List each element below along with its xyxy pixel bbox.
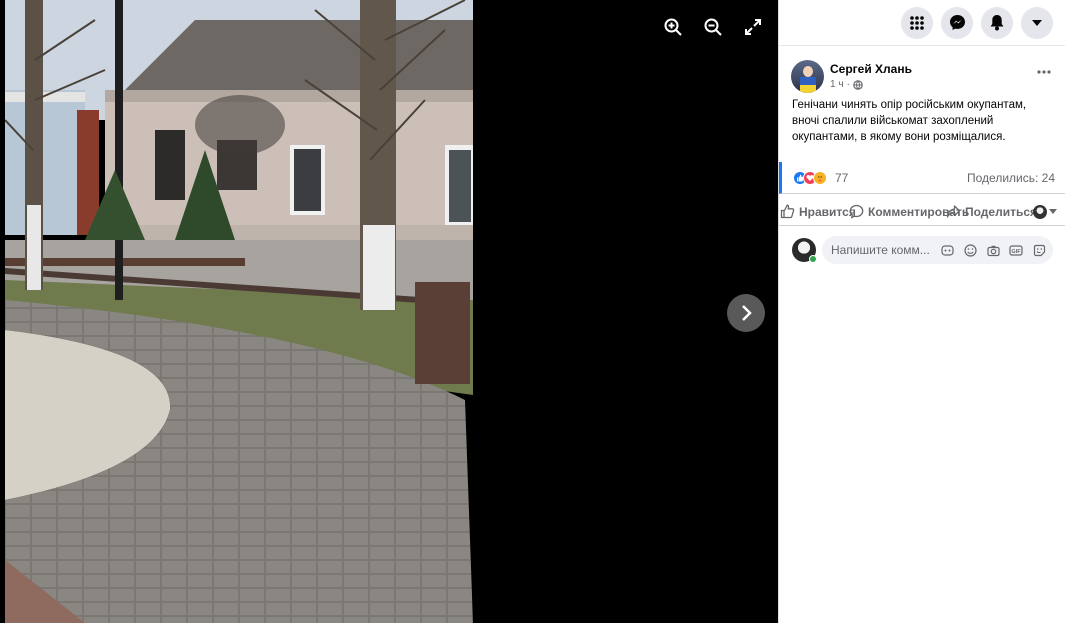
more-dots-icon (1037, 70, 1051, 74)
next-photo-button[interactable] (727, 294, 765, 332)
gif-icon[interactable]: GIF (1008, 242, 1024, 258)
messenger-button[interactable] (941, 6, 973, 39)
like-button[interactable]: Нравится (780, 204, 856, 219)
photo-image (5, 0, 473, 623)
post-panel: Сергей Хлань 1 ч · Генічани чинять опір … (778, 0, 1065, 623)
author-name[interactable]: Сергей Хлань (830, 62, 912, 76)
comment-input[interactable] (831, 243, 936, 257)
comment-box[interactable]: GIF (822, 236, 1053, 264)
bell-icon (990, 15, 1004, 31)
globe-icon (853, 79, 863, 90)
profile-avatar (1033, 204, 1047, 219)
comment-composer: GIF (792, 236, 1054, 264)
shares-count[interactable]: Поделились: 24 (967, 171, 1055, 185)
reactions-count: 77 (835, 170, 849, 185)
comment-tools: GIF (939, 242, 1053, 258)
fullscreen-icon[interactable] (740, 14, 766, 40)
top-bar (779, 0, 1065, 46)
zoom-in-icon[interactable] (660, 14, 686, 40)
post-photo[interactable] (5, 0, 473, 623)
chevron-down-icon (1032, 19, 1042, 26)
author-avatar[interactable] (791, 60, 824, 93)
post-header: Сергей Хлань 1 ч · (791, 60, 1056, 93)
account-button[interactable] (1021, 6, 1053, 39)
reactions[interactable]: 77 (793, 170, 849, 185)
post-time[interactable]: 1 ч (830, 79, 844, 90)
author-block: Сергей Хлань 1 ч · (830, 60, 912, 90)
avatar-sticker-icon[interactable] (939, 242, 955, 258)
camera-icon[interactable] (985, 242, 1001, 258)
comment-icon (849, 204, 864, 219)
post-meta: 1 ч · (830, 79, 912, 90)
zoom-out-icon[interactable] (700, 14, 726, 40)
chevron-right-icon (742, 305, 752, 321)
notifications-button[interactable] (981, 6, 1013, 39)
like-label: Нравится (799, 204, 856, 219)
share-label: Поделиться (965, 204, 1038, 219)
photo-viewer (0, 0, 778, 623)
caret-down-icon (1049, 209, 1057, 214)
svg-text:GIF: GIF (1011, 249, 1021, 255)
post-text: Генічани чинять опір російським окупанта… (792, 99, 1027, 143)
post-actions: Нравится Комментировать Поделиться (779, 198, 1065, 226)
care-reaction-icon (813, 170, 827, 185)
post-as-selector[interactable] (1033, 204, 1057, 219)
online-status-dot (809, 255, 817, 263)
menu-grid-icon (910, 15, 924, 30)
user-avatar[interactable] (792, 238, 817, 263)
share-button[interactable]: Поделиться (946, 204, 1037, 219)
like-icon (780, 204, 795, 219)
sticker-icon[interactable] (1031, 242, 1047, 258)
viewer-toolbar (660, 14, 766, 40)
meta-separator: · (846, 79, 850, 90)
share-icon (946, 205, 961, 218)
post-stats: 77 Поделились: 24 (779, 162, 1065, 194)
more-options-button[interactable] (1032, 64, 1056, 80)
emoji-icon[interactable] (962, 242, 978, 258)
messenger-icon (949, 15, 965, 30)
menu-button[interactable] (901, 6, 933, 39)
